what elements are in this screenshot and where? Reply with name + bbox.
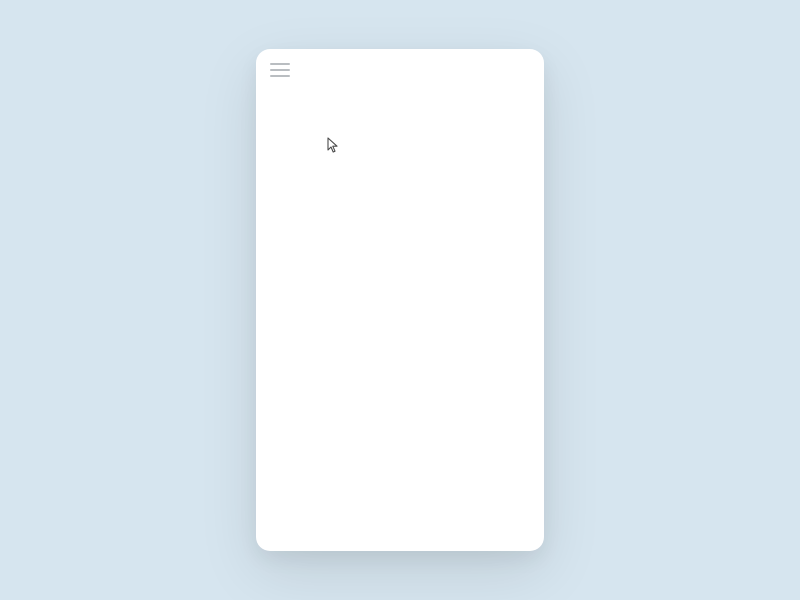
hamburger-bar xyxy=(270,69,290,71)
cursor-pointer-icon xyxy=(326,137,340,155)
app-card xyxy=(256,49,544,551)
hamburger-bar xyxy=(270,75,290,77)
hamburger-bar xyxy=(270,63,290,65)
hamburger-menu-icon[interactable] xyxy=(270,63,290,77)
